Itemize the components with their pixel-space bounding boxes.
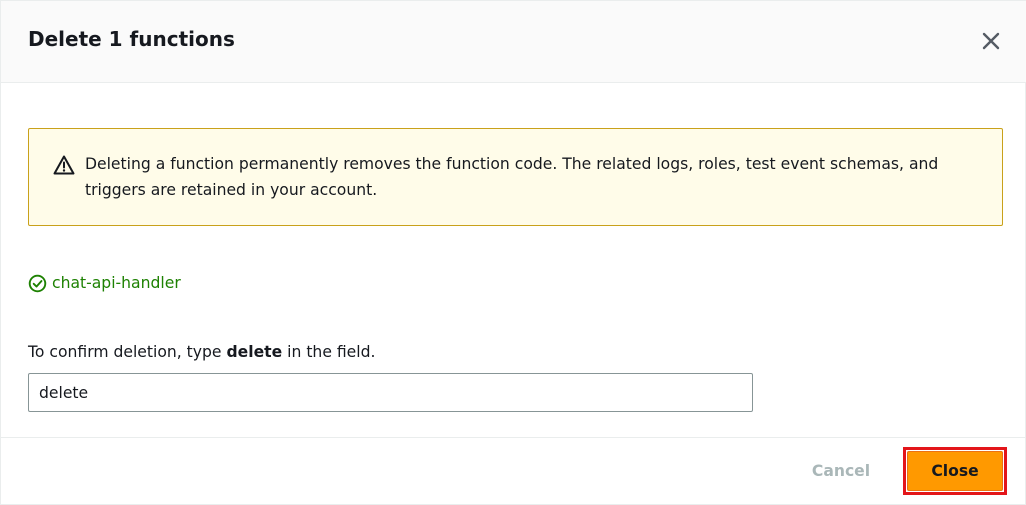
delete-functions-modal: Delete 1 functions Deleting a function p… — [0, 0, 1026, 505]
confirm-deletion-input[interactable] — [28, 373, 753, 412]
cancel-button[interactable]: Cancel — [801, 453, 881, 489]
footer-divider — [1, 437, 1026, 438]
modal-title: Delete 1 functions — [28, 27, 235, 51]
confirm-label-prefix: To confirm deletion, type — [28, 343, 227, 361]
function-name: chat-api-handler — [52, 274, 181, 292]
function-item: chat-api-handler — [28, 272, 181, 294]
confirm-keyword: delete — [226, 343, 283, 361]
close-button[interactable]: Close — [907, 451, 1003, 491]
modal-header: Delete 1 functions — [1, 1, 1026, 83]
check-circle-icon — [28, 274, 47, 292]
confirm-label-suffix: in the field. — [282, 343, 376, 361]
warning-alert: Deleting a function permanently removes … — [28, 128, 1003, 226]
warning-icon — [53, 155, 75, 175]
confirm-label: To confirm deletion, type delete in the … — [28, 343, 375, 361]
warning-message: Deleting a function permanently removes … — [85, 155, 939, 199]
close-icon[interactable] — [979, 29, 1003, 53]
